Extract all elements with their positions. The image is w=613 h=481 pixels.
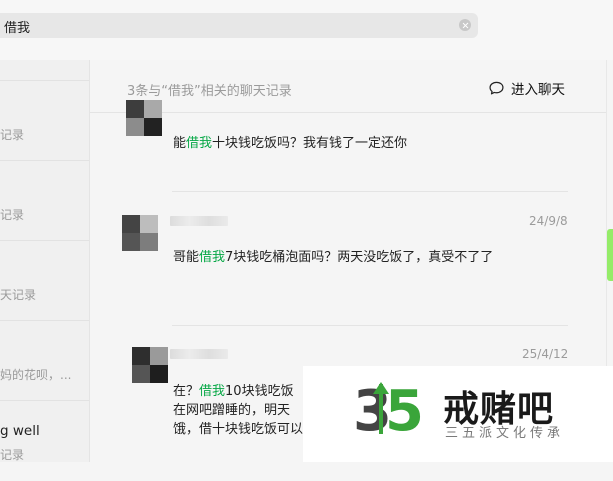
chat-list-item-title: g well: [0, 423, 40, 439]
chat-list-item-subtitle: 记录: [0, 448, 25, 462]
chat-list-item-subtitle: 天记录: [0, 288, 37, 302]
enter-chat-label: 进入聊天: [511, 82, 565, 98]
watermark-subtitle: 三五派文化传承: [445, 426, 565, 441]
chat-list-item-subtitle: 记录: [0, 208, 25, 222]
chat-list-panel: 记录 记录 天记录 妈的花呗，... g well 记录: [0, 60, 90, 462]
chat-list-item-subtitle: 记录: [0, 128, 25, 142]
avatar: [122, 215, 158, 251]
sender-name-blurred: [170, 349, 228, 359]
result-message[interactable]: 能借我十块钱吃饭吗？我有钱了一定还你: [90, 100, 606, 190]
clear-search-icon[interactable]: [459, 19, 471, 31]
avatar: [126, 100, 162, 136]
watermark-logo: 3 5: [353, 379, 424, 438]
avatar: [132, 347, 168, 383]
chat-bubble-icon: [489, 81, 504, 94]
result-message[interactable]: 24/9/8 哥能借我7块钱吃桶泡面吗？两天没吃饭了，真受不了了: [90, 210, 606, 320]
watermark: 3 5 戒赌吧 三五派文化传承: [303, 366, 613, 462]
keyword-highlight: 借我: [199, 250, 226, 265]
message-date: 24/9/8: [529, 214, 568, 228]
message-text: 能借我十块钱吃饭吗？我有钱了一定还你: [173, 136, 408, 151]
result-summary: 3条与“借我”相关的聊天记录: [127, 84, 292, 99]
top-bar: 借我: [0, 0, 613, 60]
search-input[interactable]: 借我: [4, 17, 30, 36]
keyword-highlight: 借我: [186, 136, 213, 151]
chat-list-item[interactable]: 天记录: [0, 240, 89, 321]
message-text: 哥能借我7块钱吃桶泡面吗？两天没吃饭了，真受不了了: [173, 250, 494, 265]
message-date: 25/4/12: [522, 347, 569, 361]
chat-list-item[interactable]: 记录: [0, 160, 89, 241]
message-divider: [172, 325, 568, 326]
sender-name-blurred: [170, 216, 228, 226]
keyword-highlight: 借我: [199, 384, 226, 399]
chat-list-item[interactable]: 妈的花呗，...: [0, 320, 89, 401]
chat-list-item[interactable]: g well 记录: [0, 400, 89, 481]
chat-list-item-subtitle: 妈的花呗，...: [0, 368, 72, 382]
chat-list-item[interactable]: 记录: [0, 80, 89, 161]
svg-text:5: 5: [385, 379, 424, 438]
enter-chat-button[interactable]: 进入聊天: [488, 79, 565, 98]
search-box[interactable]: 借我: [0, 13, 478, 38]
side-accent-tab: [607, 229, 613, 281]
message-divider: [172, 191, 568, 192]
